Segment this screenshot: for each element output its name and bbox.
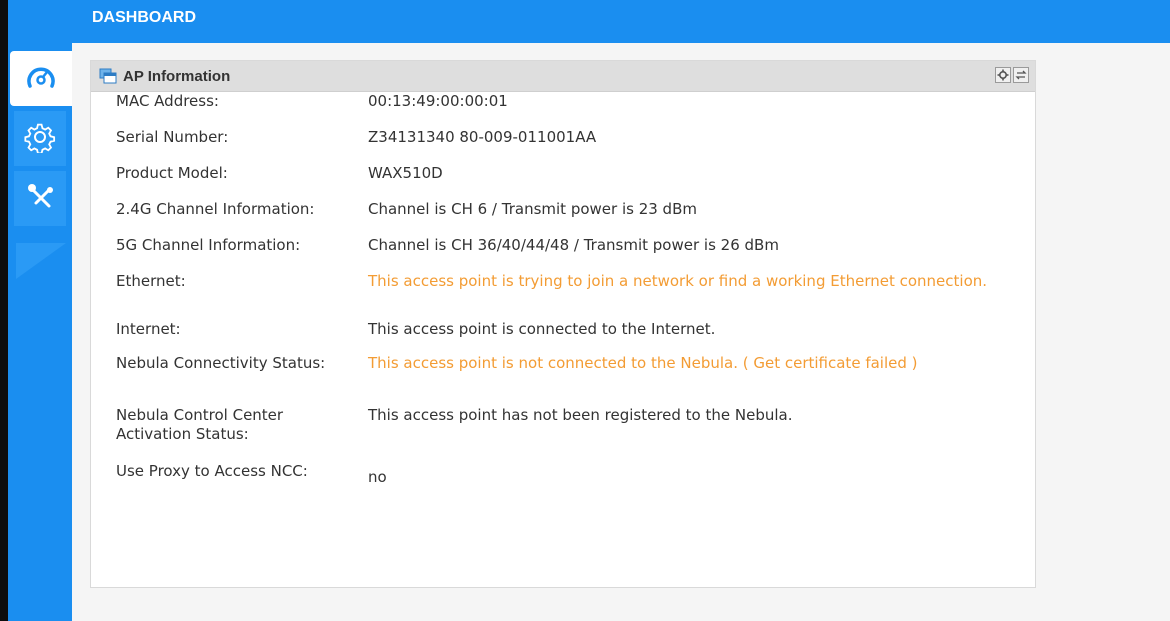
top-bar: DASHBOARD [8,0,1170,43]
info-label: Nebula Control Center Activation Status: [116,406,284,443]
window-left-border [0,0,8,621]
info-value: This access point has not been registere… [368,406,793,424]
info-row-serial-number: Serial Number: Z34131340 80-009-011001AA [116,128,1036,164]
info-row-ethernet: Ethernet: This access point is trying to… [116,272,1036,320]
info-value-warning: This access point is not connected to th… [368,354,918,372]
ap-information-panel: AP Information MAC Address: 00:13:49:00:… [90,60,1036,588]
gear-icon [24,121,56,157]
info-value: This access point is connected to the In… [368,320,716,338]
panel-settings-button[interactable] [995,67,1011,83]
info-window-icon [99,68,117,88]
sidebar [8,43,72,621]
panel-header: AP Information [91,61,1035,92]
panel-refresh-button[interactable] [1013,67,1029,83]
sidebar-item-dashboard[interactable] [10,51,72,106]
info-row-internet: Internet: This access point is connected… [116,320,1036,354]
info-row-5g-channel: 5G Channel Information: Channel is CH 36… [116,236,1036,272]
page-title: DASHBOARD [92,9,196,26]
info-value: Channel is CH 6 / Transmit power is 23 d… [368,200,697,218]
info-label: MAC Address: [116,92,219,110]
info-label: 5G Channel Information: [116,236,301,254]
info-label: Product Model: [116,164,228,182]
info-label: Use Proxy to Access NCC: [116,462,308,480]
info-value: WAX510D [368,164,443,182]
info-row-ncc-activation: Nebula Control Center Activation Status:… [116,406,1036,462]
info-value: 00:13:49:00:00:01 [368,92,508,110]
dashboard-gauge-icon [26,64,56,94]
info-label: Ethernet: [116,272,186,290]
panel-title: AP Information [123,68,231,85]
info-value: Z34131340 80-009-011001AA [368,128,597,146]
sidebar-notch [16,243,66,279]
info-label: Nebula Connectivity Status: [116,354,326,372]
sidebar-item-configuration[interactable] [14,111,66,166]
settings-icon [997,66,1009,85]
info-row-nebula-connectivity: Nebula Connectivity Status: This access … [116,354,1036,406]
panel-tools [995,67,1029,83]
info-value: no [368,468,387,486]
info-label: Serial Number: [116,128,229,146]
info-label: 2.4G Channel Information: [116,200,315,218]
info-row-use-proxy: Use Proxy to Access NCC: no [116,462,1036,522]
ap-info-list: MAC Address: 00:13:49:00:00:01 Serial Nu… [116,92,1036,522]
info-row-product-model: Product Model: WAX510D [116,164,1036,200]
refresh-icon [1015,66,1027,85]
maintenance-tools-icon [24,181,56,217]
info-value-warning: This access point is trying to join a ne… [368,272,988,290]
info-row-2-4g-channel: 2.4G Channel Information: Channel is CH … [116,200,1036,236]
info-value: Channel is CH 36/40/44/48 / Transmit pow… [368,236,779,254]
sidebar-item-maintenance[interactable] [14,171,66,226]
info-row-mac-address: MAC Address: 00:13:49:00:00:01 [116,92,1036,128]
info-label: Internet: [116,320,181,338]
